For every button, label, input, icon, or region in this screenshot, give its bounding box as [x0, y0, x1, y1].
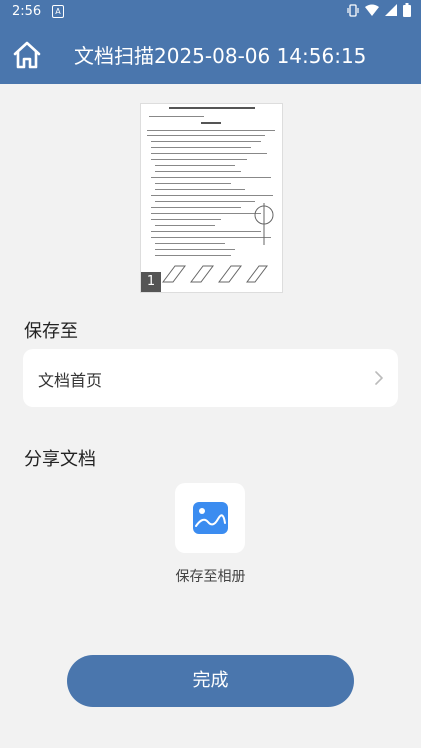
- save-to-album-button[interactable]: [175, 483, 245, 553]
- preview-text-line: [155, 243, 225, 244]
- status-icons: [347, 3, 411, 17]
- app-bar: 文档扫描2025-08-06 14:56:15: [0, 24, 421, 84]
- preview-text-line: [151, 207, 241, 208]
- preview-text-line: [155, 201, 255, 202]
- preview-text-line: [151, 153, 267, 154]
- preview-text-line: [151, 195, 273, 196]
- gallery-icon: [193, 502, 228, 534]
- save-section-heading: 保存至: [24, 321, 78, 342]
- signal-icon: [385, 4, 397, 16]
- preview-figure: [162, 265, 268, 283]
- preview-text-line: [149, 116, 204, 117]
- preview-text-line: [151, 231, 261, 232]
- preview-text-line: [155, 255, 231, 256]
- wifi-icon: [365, 4, 379, 16]
- share-section-heading: 分享文档: [24, 449, 96, 470]
- preview-text-line: [151, 141, 261, 142]
- notification-icon: A: [52, 5, 64, 18]
- status-time: 2:56: [12, 4, 42, 19]
- preview-text-line: [155, 249, 235, 250]
- page-number-badge: 1: [141, 272, 161, 292]
- preview-text-line: [151, 213, 261, 214]
- home-icon[interactable]: [10, 38, 44, 72]
- preview-text-line: [151, 177, 271, 178]
- preview-text-line: [151, 219, 221, 220]
- chevron-right-icon: [375, 371, 383, 385]
- preview-text-line: [147, 135, 265, 136]
- preview-text-line: [151, 159, 247, 160]
- preview-text-line: [151, 147, 251, 148]
- preview-text-line: [155, 225, 215, 226]
- vibrate-icon: [347, 3, 359, 17]
- document-preview[interactable]: 1: [140, 103, 283, 293]
- preview-figure: [254, 203, 274, 245]
- done-button[interactable]: 完成: [67, 655, 354, 707]
- preview-text-line: [155, 189, 245, 190]
- status-bar: 2:56 A: [0, 0, 421, 24]
- preview-text-line: [169, 107, 255, 109]
- preview-text-line: [155, 171, 241, 172]
- battery-icon: [403, 3, 411, 17]
- page-title: 文档扫描2025-08-06 14:56:15: [74, 44, 367, 68]
- save-to-album-label: 保存至相册: [175, 569, 246, 585]
- preview-text-line: [147, 130, 275, 131]
- save-location-row[interactable]: 文档首页: [23, 349, 398, 407]
- save-location-label: 文档首页: [38, 371, 103, 390]
- preview-text-line: [201, 122, 221, 124]
- preview-text-line: [155, 165, 235, 166]
- preview-text-line: [155, 183, 231, 184]
